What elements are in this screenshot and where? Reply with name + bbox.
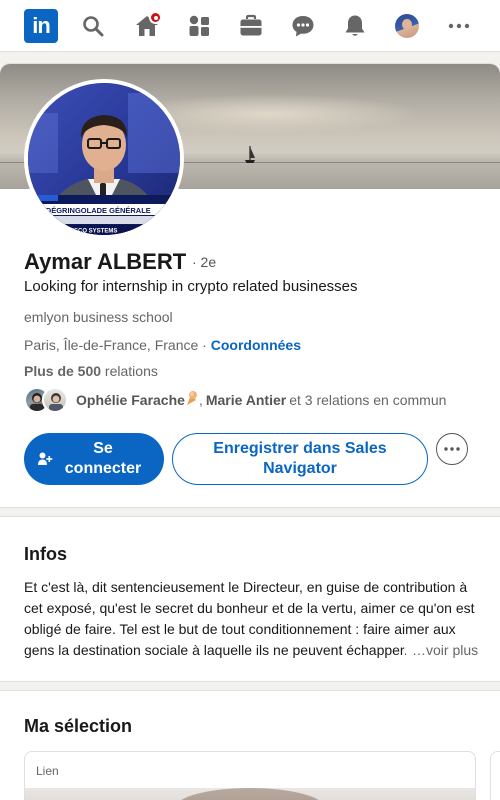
search-icon[interactable] [77, 10, 109, 42]
featured-item[interactable]: Lien [24, 751, 476, 800]
featured-item-type: Lien [36, 764, 59, 778]
mutual-name-2[interactable]: Marie Antier [206, 392, 286, 408]
sailboat-icon [245, 146, 255, 163]
me-menu[interactable] [391, 10, 423, 42]
jobs-icon[interactable] [235, 10, 267, 42]
connection-degree: · 2e [192, 254, 217, 270]
add-person-icon [37, 449, 59, 469]
mutual-rest: et 3 relations en commun [289, 392, 447, 408]
profile-school[interactable]: emlyon business school [24, 309, 173, 325]
location-separator: · [198, 337, 211, 353]
profile-card: LA DÉGRINGOLADE GÉNÉRALE CISCO SYSTEMS A… [0, 63, 500, 508]
relations-count: Plus de 500 [24, 363, 102, 379]
party-popper-icon [186, 391, 197, 405]
profile-photo[interactable]: LA DÉGRINGOLADE GÉNÉRALE CISCO SYSTEMS [24, 79, 184, 239]
relations-count-line[interactable]: Plus de 500 relations [24, 363, 158, 379]
featured-item-thumbnail [25, 788, 475, 800]
contact-info-link[interactable]: Coordonnées [211, 337, 301, 353]
about-section: Infos Et c'est là, dit sentencieusement … [0, 516, 500, 682]
more-horizontal-icon [444, 447, 460, 451]
featured-section: Ma sélection Lien [0, 690, 500, 800]
network-icon[interactable] [183, 10, 215, 42]
messaging-icon[interactable] [287, 10, 319, 42]
notifications-icon[interactable] [339, 10, 371, 42]
linkedin-logo[interactable]: in [24, 9, 58, 43]
profile-location-line: Paris, Île-de-France, France · Coordonné… [24, 337, 301, 353]
mutual-avatars [24, 386, 70, 414]
relations-label: relations [101, 363, 158, 379]
save-to-sales-navigator-button[interactable]: Enregistrer dans Sales Navigator [172, 433, 428, 485]
tv-ticker-text: CISCO SYSTEMS [68, 229, 117, 235]
more-actions-button[interactable] [436, 433, 468, 465]
featured-title: Ma sélection [24, 716, 133, 736]
about-title: Infos [24, 544, 67, 564]
see-more-link[interactable]: …voir plus [406, 640, 479, 661]
more-icon[interactable] [443, 10, 475, 42]
featured-item[interactable] [490, 751, 500, 800]
tv-banner-text: LA DÉGRINGOLADE GÉNÉRALE [34, 206, 151, 215]
connect-button-label: Se connecter [64, 440, 142, 477]
profile-name: Aymar ALBERT [24, 249, 187, 274]
connect-button[interactable]: Se connecter [24, 433, 164, 485]
mutual-separator: , [198, 392, 203, 408]
notification-badge [149, 11, 162, 24]
mutual-name-1[interactable]: Ophélie Farache [76, 392, 185, 408]
mutual-connections[interactable]: Ophélie Farache , Marie Antier et 3 rela… [24, 386, 446, 414]
top-navigation-bar: in [0, 0, 500, 52]
profile-location: Paris, Île-de-France, France [24, 337, 199, 353]
sales-navigator-button-label: Enregistrer dans Sales Navigator [213, 440, 387, 477]
profile-headline: Looking for internship in crypto related… [24, 278, 358, 295]
home-icon[interactable] [131, 10, 163, 42]
me-avatar [395, 14, 419, 38]
mutual-avatar [42, 387, 68, 413]
